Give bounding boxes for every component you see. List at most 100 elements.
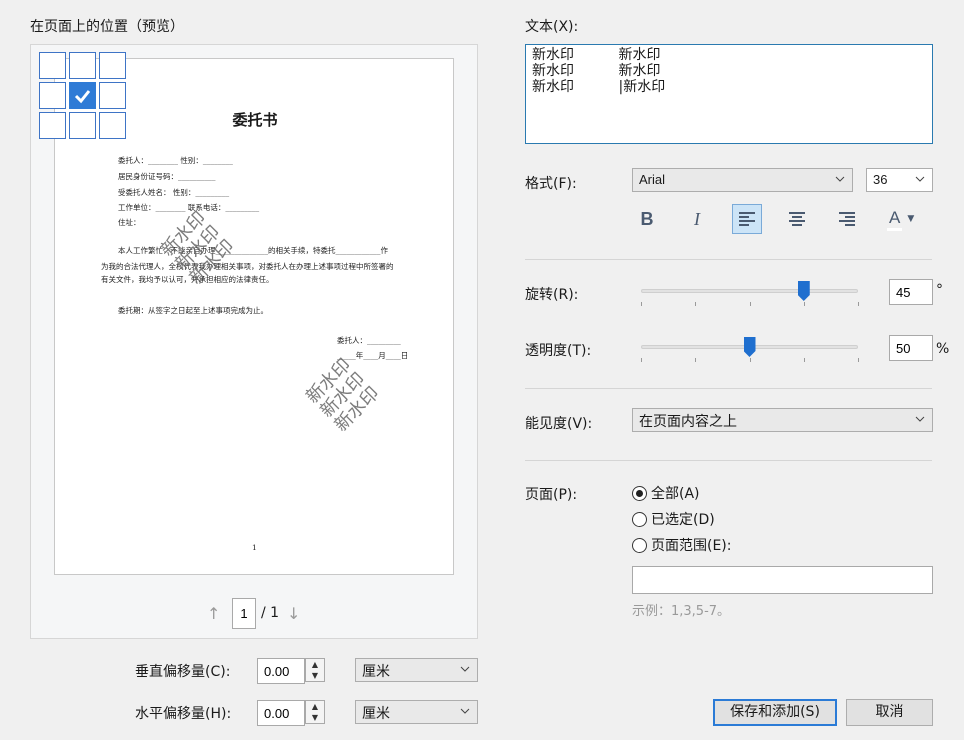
visibility-select[interactable]: 在页面内容之上 [632, 408, 933, 432]
font-color-icon: A [887, 208, 903, 231]
opacity-label: 透明度(T): [525, 343, 592, 359]
text-line: 新水印 新水印 [532, 47, 661, 63]
position-top-center[interactable] [69, 52, 96, 79]
divider [525, 460, 932, 461]
chevron-down-icon [460, 666, 470, 672]
slider-tick [749, 302, 751, 306]
position-bottom-right[interactable] [99, 112, 126, 139]
doc-line: 居民身份证号码：__________ [118, 172, 216, 181]
chevron-down-icon [915, 176, 925, 182]
chevron-down-icon [915, 416, 925, 422]
font-size-select[interactable]: 36 [866, 168, 933, 192]
radio-all-label: 全部(A) [651, 486, 700, 502]
watermark-group: 新水印 新水印 新水印 [302, 354, 384, 436]
position-grid [39, 52, 127, 140]
align-right-icon [839, 212, 855, 226]
checkmark-icon [74, 90, 91, 104]
rotation-input[interactable] [889, 279, 933, 305]
text-line: 新水印 |新水印 [532, 79, 666, 95]
divider [525, 259, 932, 260]
slider-tick [641, 302, 642, 306]
vertical-offset-label: 垂直偏移量(C): [135, 664, 231, 680]
opacity-unit: % [936, 341, 950, 357]
rotation-unit: ° [936, 282, 943, 298]
slider-tick [749, 358, 751, 362]
horizontal-offset-input[interactable] [257, 700, 305, 726]
radio-selected-label: 已选定(D) [651, 512, 715, 528]
radio-all[interactable]: 全部(A) [632, 483, 700, 503]
cancel-button[interactable]: 取消 [846, 699, 933, 726]
position-middle-right[interactable] [99, 82, 126, 109]
align-right-button[interactable] [832, 204, 862, 234]
save-and-add-button[interactable]: 保存和添加(S) [713, 699, 837, 726]
font-select[interactable]: Arial [632, 168, 853, 192]
doc-line: 工作单位：________ 联系电话：_________ [118, 203, 260, 212]
position-top-right[interactable] [99, 52, 126, 79]
horizontal-offset-spinner[interactable]: ▲ ▼ [305, 700, 325, 724]
opacity-slider-thumb[interactable] [743, 337, 756, 357]
spin-up-icon[interactable]: ▲ [306, 701, 324, 712]
rotation-slider-thumb[interactable] [797, 281, 810, 301]
pages-label: 页面(P): [525, 487, 578, 503]
slider-tick [803, 358, 805, 362]
radio-icon[interactable] [632, 511, 647, 527]
divider [525, 388, 932, 389]
radio-icon[interactable] [632, 537, 647, 553]
position-bottom-left[interactable] [39, 112, 66, 139]
slider-tick [858, 358, 859, 362]
page-total: / 1 [261, 605, 280, 621]
horizontal-unit-select[interactable]: 厘米 [355, 700, 478, 724]
chevron-down-icon: ▼ [907, 214, 915, 224]
position-center[interactable] [69, 82, 96, 109]
align-center-button[interactable] [782, 204, 812, 234]
bold-button[interactable]: B [632, 204, 662, 234]
text-line: 新水印 新水印 [532, 63, 661, 79]
rotation-slider[interactable] [641, 289, 858, 293]
prev-page-icon[interactable]: ↑ [207, 604, 220, 623]
align-left-icon [739, 212, 755, 226]
doc-line: 住址： [118, 218, 141, 227]
align-left-button[interactable] [732, 204, 762, 234]
opacity-ticks [641, 358, 859, 362]
slider-tick [695, 358, 697, 362]
slider-tick [641, 358, 642, 362]
page-number: 1 [252, 543, 257, 552]
position-top-left[interactable] [39, 52, 66, 79]
page-number-input[interactable] [232, 598, 256, 629]
slider-tick [803, 302, 805, 306]
watermark-text-input[interactable]: 新水印 新水印 新水印 新水印 新水印 |新水印 [525, 44, 933, 144]
spin-down-icon[interactable]: ▼ [306, 712, 324, 723]
horizontal-offset-label: 水平偏移量(H): [135, 706, 232, 722]
doc-line: _____年____月____日 [337, 351, 409, 360]
radio-icon[interactable] [632, 485, 647, 501]
rotation-ticks [641, 302, 859, 306]
font-color-button[interactable]: A ▼ [884, 204, 926, 234]
opacity-input[interactable] [889, 335, 933, 361]
radio-page-range-label: 页面范围(E): [651, 538, 732, 554]
doc-line: 委托期：从签字之日起至上述事项完成为止。 [118, 306, 268, 315]
spin-up-icon[interactable]: ▲ [306, 659, 324, 670]
text-label: 文本(X): [525, 19, 579, 35]
page-range-input[interactable] [632, 566, 933, 594]
vertical-offset-input[interactable] [257, 658, 305, 684]
chevron-down-icon [460, 708, 470, 714]
position-middle-left[interactable] [39, 82, 66, 109]
page-range-example: 示例：1,3,5-7。 [632, 604, 731, 619]
doc-line: 受委托人姓名： 性别：_________ [118, 188, 230, 197]
vertical-unit-select[interactable]: 厘米 [355, 658, 478, 682]
rotation-label: 旋转(R): [525, 287, 579, 303]
preview-title: 在页面上的位置（预览） [30, 19, 184, 35]
spin-down-icon[interactable]: ▼ [306, 670, 324, 681]
vertical-offset-spinner[interactable]: ▲ ▼ [305, 658, 325, 682]
doc-line: 为我的合法代理人，全权代表我办理相关事项，对委托人在办理上述事项过程中所签署的 [101, 262, 394, 271]
next-page-icon[interactable]: ↓ [287, 604, 300, 623]
slider-tick [695, 302, 697, 306]
radio-page-range[interactable]: 页面范围(E): [632, 535, 732, 555]
visibility-label: 能见度(V): [525, 416, 593, 432]
position-bottom-center[interactable] [69, 112, 96, 139]
align-center-icon [789, 212, 805, 226]
radio-selected[interactable]: 已选定(D) [632, 509, 715, 529]
italic-button[interactable]: I [682, 204, 712, 234]
slider-tick [858, 302, 859, 306]
doc-line: 委托人：_________ [337, 336, 401, 345]
